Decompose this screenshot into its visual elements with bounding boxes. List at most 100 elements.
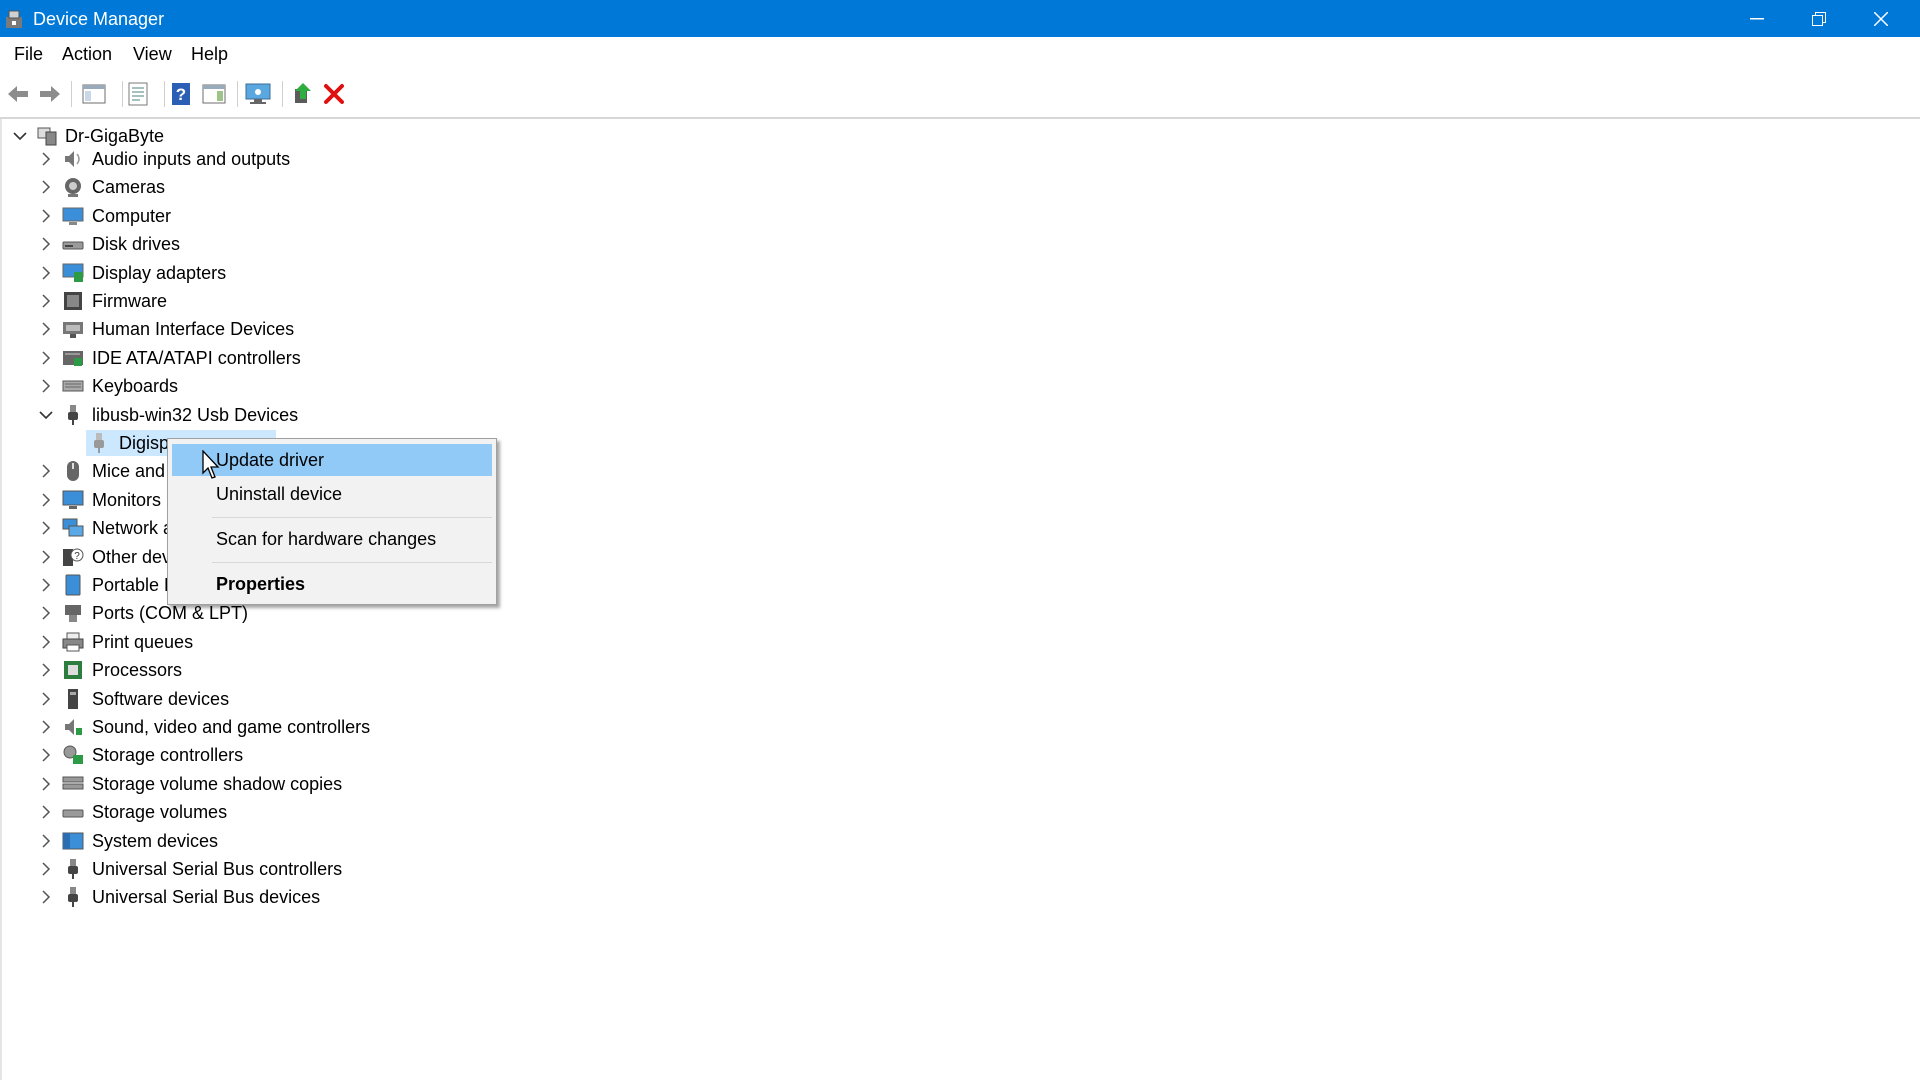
chevron-right-icon[interactable] — [38, 833, 54, 849]
chevron-right-icon[interactable] — [38, 236, 54, 252]
forward-button[interactable] — [36, 80, 64, 108]
tree-category-item[interactable]: Print queues — [2, 628, 422, 656]
back-button[interactable] — [4, 80, 32, 108]
tree-category-item[interactable]: Storage volumes — [2, 798, 422, 826]
update-driver-button[interactable] — [288, 80, 316, 108]
show-hide-action-pane-button[interactable] — [200, 80, 228, 108]
other-devices-icon: ? — [62, 546, 84, 568]
svg-text:?: ? — [74, 551, 80, 562]
chevron-right-icon[interactable] — [38, 463, 54, 479]
device-manager-app-icon — [5, 9, 23, 29]
show-hide-console-tree-button[interactable] — [80, 80, 108, 108]
context-scan-hardware[interactable]: Scan for hardware changes — [172, 523, 492, 555]
usb-plug-icon — [62, 858, 84, 880]
context-separator — [212, 517, 492, 518]
chevron-down-icon[interactable] — [12, 128, 28, 144]
back-icon — [8, 86, 28, 102]
context-uninstall-device[interactable]: Uninstall device — [172, 478, 492, 510]
tree-category-label: Universal Serial Bus devices — [92, 887, 321, 907]
chevron-right-icon[interactable] — [38, 804, 54, 820]
usb-plug-icon — [62, 404, 84, 426]
portable-device-icon — [62, 574, 84, 596]
close-button[interactable] — [1850, 0, 1912, 37]
chevron-right-icon[interactable] — [38, 179, 54, 195]
chevron-right-icon[interactable] — [38, 691, 54, 707]
tree-category-item[interactable]: Storage volume shadow copies — [2, 770, 422, 798]
menu-view[interactable]: View — [133, 44, 172, 64]
tree-category-label: Universal Serial Bus controllers — [92, 859, 343, 879]
chevron-down-icon[interactable] — [38, 407, 54, 423]
tree-category-item[interactable]: Human Interface Devices — [2, 315, 422, 343]
chevron-right-icon[interactable] — [38, 662, 54, 678]
menu-bar: File Action View Help — [0, 37, 1920, 71]
tree-category-item[interactable]: libusb-win32 Usb Devices — [2, 401, 422, 429]
display-adapter-icon — [62, 262, 84, 284]
menu-file[interactable]: File — [14, 44, 43, 64]
tree-category-item[interactable]: Software devices — [2, 685, 422, 713]
chevron-right-icon[interactable] — [38, 776, 54, 792]
keyboard-icon — [62, 375, 84, 397]
tree-category-label: IDE ATA/ATAPI controllers — [92, 348, 301, 368]
tree-category-label: Storage volumes — [92, 802, 228, 822]
help-button[interactable]: ? — [167, 80, 195, 108]
scan-hardware-button[interactable] — [244, 80, 272, 108]
chevron-right-icon[interactable] — [38, 492, 54, 508]
title-bar[interactable]: Device Manager — [0, 0, 1920, 37]
chevron-right-icon[interactable] — [38, 747, 54, 763]
tree-category-item[interactable]: Computer — [2, 202, 422, 230]
chevron-right-icon[interactable] — [38, 605, 54, 621]
tree-category-item[interactable]: System devices — [2, 827, 422, 855]
close-icon — [1874, 11, 1888, 26]
chevron-right-icon[interactable] — [38, 293, 54, 309]
tree-category-label: Computer — [92, 206, 172, 226]
chevron-right-icon[interactable] — [38, 577, 54, 593]
disk-drive-icon — [62, 233, 84, 255]
tree-category-item[interactable]: Firmware — [2, 287, 422, 315]
tree-category-item[interactable]: Cameras — [2, 173, 422, 201]
toolbar: ? — [0, 71, 1920, 119]
tree-category-item[interactable]: Storage controllers — [2, 741, 422, 769]
tree-category-label: Disk drives — [92, 234, 181, 254]
chevron-right-icon[interactable] — [38, 151, 54, 167]
tree-category-item[interactable]: IDE ATA/ATAPI controllers — [2, 344, 422, 372]
tree-category-label: Cameras — [92, 177, 166, 197]
speaker-icon — [62, 148, 84, 170]
menu-help[interactable]: Help — [191, 44, 228, 64]
tree-category-item[interactable]: Sound, video and game controllers — [2, 713, 422, 741]
tree-category-item[interactable]: Display adapters — [2, 259, 422, 287]
restore-icon — [1812, 11, 1826, 26]
shadow-copy-icon — [62, 773, 84, 795]
tree-category-label: Audio inputs and outputs — [92, 149, 291, 169]
camera-icon — [62, 176, 84, 198]
tree-category-item[interactable]: Keyboards — [2, 372, 422, 400]
context-properties[interactable]: Properties — [172, 568, 492, 600]
chevron-right-icon[interactable] — [38, 321, 54, 337]
chevron-right-icon[interactable] — [38, 549, 54, 565]
chevron-right-icon[interactable] — [38, 634, 54, 650]
chevron-right-icon[interactable] — [38, 719, 54, 735]
chevron-right-icon[interactable] — [38, 208, 54, 224]
tree-category-item[interactable]: Universal Serial Bus controllers — [2, 855, 422, 883]
tree-category-item[interactable]: Universal Serial Bus devices — [2, 883, 422, 911]
tree-category-label: Sound, video and game controllers — [92, 717, 371, 737]
restore-button[interactable] — [1788, 0, 1850, 37]
usb-plug-icon — [62, 886, 84, 908]
tree-category-label: Ports (COM & LPT) — [92, 603, 249, 623]
chevron-right-icon[interactable] — [38, 265, 54, 281]
tree-category-item[interactable]: Processors — [2, 656, 422, 684]
tree-category-item[interactable]: Disk drives — [2, 230, 422, 258]
minimize-button[interactable] — [1726, 0, 1788, 37]
uninstall-button[interactable] — [320, 80, 348, 108]
properties-button[interactable] — [124, 80, 152, 108]
chevron-right-icon[interactable] — [38, 520, 54, 536]
menu-action[interactable]: Action — [62, 44, 112, 64]
computer-icon — [62, 205, 84, 227]
tree-category-item[interactable]: Audio inputs and outputs — [2, 145, 422, 173]
firmware-icon — [62, 290, 84, 312]
chevron-right-icon[interactable] — [38, 350, 54, 366]
chevron-right-icon[interactable] — [38, 378, 54, 394]
tree-category-label: libusb-win32 Usb Devices — [92, 405, 299, 425]
chevron-right-icon[interactable] — [38, 889, 54, 905]
toolbar-separator — [122, 81, 123, 107]
chevron-right-icon[interactable] — [38, 861, 54, 877]
